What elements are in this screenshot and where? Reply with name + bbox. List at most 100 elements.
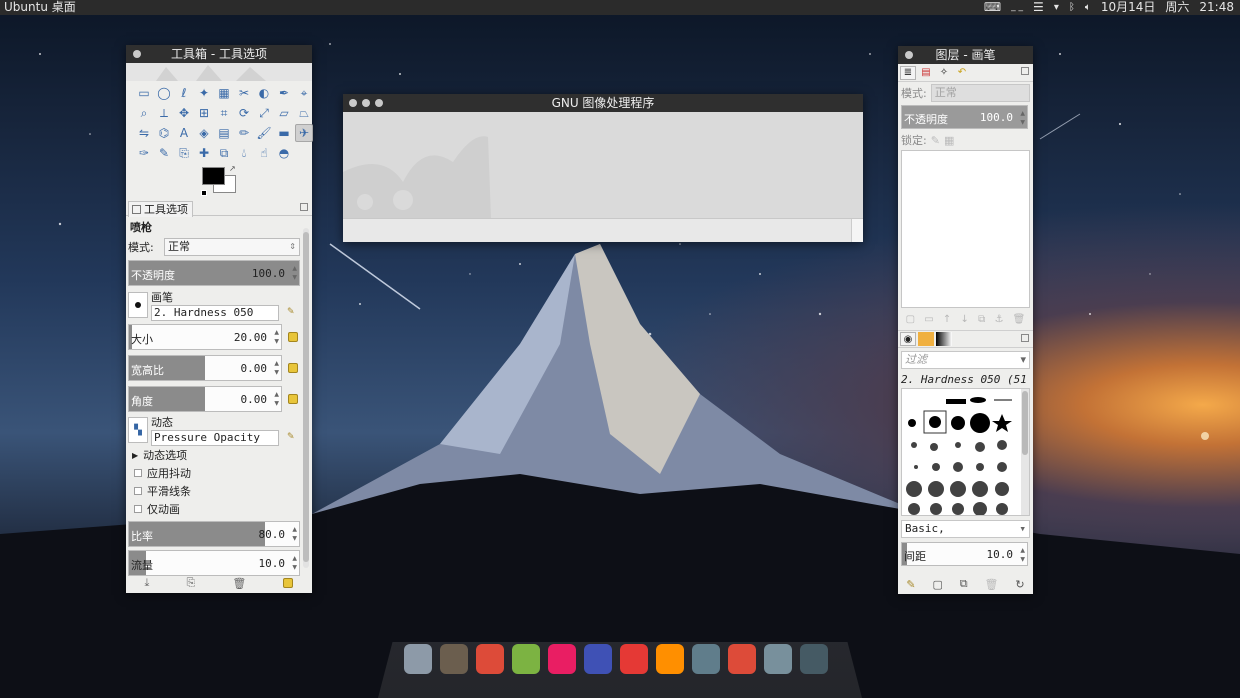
tool-flip-icon[interactable]: ⇋: [135, 124, 153, 142]
tool-zoom-icon[interactable]: ⌕: [135, 104, 153, 122]
foreground-color-swatch[interactable]: [202, 167, 225, 185]
tab-brushes[interactable]: ◉: [900, 332, 916, 346]
empty-canvas-area[interactable]: [343, 112, 863, 218]
wifi-icon[interactable]: ▾: [1054, 0, 1059, 15]
settings-toggle-icon[interactable]: [692, 644, 720, 674]
menu-icon[interactable]: ☰: [1033, 0, 1044, 15]
tool-lasso-icon[interactable]: ℓ: [175, 84, 193, 102]
date-label[interactable]: 10月14日: [1101, 0, 1156, 15]
tool-shear-icon[interactable]: ▱: [275, 104, 293, 122]
tool-blur-icon[interactable]: 💧︎: [235, 144, 253, 162]
spacing-slider[interactable]: 间距 10.0 ▲ ▼: [901, 542, 1028, 566]
tool-paintbrush-icon[interactable]: 🖌︎: [255, 124, 273, 142]
files-icon[interactable]: [404, 644, 432, 674]
tool-pencil-icon[interactable]: ✏: [235, 124, 253, 142]
reset-options-icon[interactable]: [283, 578, 294, 588]
opacity-spinner[interactable]: ▲ ▼: [292, 264, 297, 282]
navigate-corner-button[interactable]: [851, 219, 863, 242]
default-colors-icon[interactable]: [201, 190, 207, 196]
mode-select[interactable]: 正常: [164, 238, 300, 256]
tab-menu-icon[interactable]: [1021, 334, 1029, 342]
swap-colors-icon[interactable]: ↗: [229, 164, 236, 173]
tool-options-scrollbar[interactable]: [303, 228, 309, 568]
tab-layers[interactable]: ≣: [900, 65, 916, 80]
restore-options-icon[interactable]: ⎘: [186, 576, 195, 590]
netease-music-icon[interactable]: [620, 644, 648, 674]
new-layer-icon[interactable]: ▢: [906, 314, 915, 325]
angle-slider[interactable]: 角度 0.00 ▲ ▼: [128, 385, 282, 412]
rate-slider[interactable]: 比率 80.0 ▲ ▼: [128, 521, 300, 547]
tab-gradients[interactable]: [936, 332, 952, 346]
tool-crop-icon[interactable]: ⌗: [215, 104, 233, 122]
lock-pixels-icon[interactable]: ✎: [931, 134, 940, 147]
tool-dodge-burn-icon[interactable]: ◓: [275, 144, 293, 162]
opacity-slider[interactable]: 不透明度 100.0 ▲ ▼: [128, 260, 300, 286]
delete-brush-icon[interactable]: 🗑︎: [984, 578, 998, 591]
wilber-drop-area[interactable]: [126, 63, 312, 81]
layer-opacity-slider[interactable]: 不透明度 100.0 ▲ ▼: [901, 105, 1028, 129]
tool-align-icon[interactable]: ⊞: [195, 104, 213, 122]
close-window-button[interactable]: [133, 50, 141, 58]
layers-titlebar[interactable]: 图层 - 画笔: [898, 46, 1033, 64]
edit-brush-icon[interactable]: ✎: [906, 578, 915, 591]
brush-tag-select[interactable]: Basic,: [901, 520, 1030, 538]
chrome-icon[interactable]: [476, 644, 504, 674]
tool-eraser-icon[interactable]: ▬: [275, 124, 293, 142]
incremental-box[interactable]: [134, 505, 142, 513]
refresh-brushes-icon[interactable]: ↻: [1015, 578, 1024, 591]
brush-grid-scrollbar[interactable]: [1021, 389, 1029, 515]
spacing-spinner[interactable]: ▲ ▼: [1020, 546, 1025, 564]
anchor-layer-icon[interactable]: ⚓︎: [994, 314, 1003, 325]
tool-heal-icon[interactable]: ✚: [195, 144, 213, 162]
rate-spinner[interactable]: ▲ ▼: [292, 525, 297, 543]
tab-menu-icon[interactable]: [1021, 67, 1029, 75]
tool-perspective-clone-icon[interactable]: ⧉: [215, 144, 233, 162]
activities-label[interactable]: Ubuntu 桌面: [4, 0, 76, 15]
layer-mode-select[interactable]: 正常: [930, 84, 1030, 102]
delete-layer-icon[interactable]: 🗑︎: [1013, 314, 1026, 325]
aspect-spinner[interactable]: ▲ ▼: [274, 359, 279, 377]
brush-grid[interactable]: [901, 388, 1030, 516]
input-method-icon[interactable]: _ _: [1011, 0, 1023, 15]
aspect-slider[interactable]: 宽高比 0.00 ▲ ▼: [128, 354, 282, 381]
system-settings-icon[interactable]: [764, 644, 792, 674]
tool-rotate-icon[interactable]: ⟳: [235, 104, 253, 122]
tab-tool-options[interactable]: 工具选项: [128, 201, 193, 217]
reset-aspect-icon[interactable]: [288, 362, 298, 373]
minimize-window-button[interactable]: [362, 99, 370, 107]
size-spinner[interactable]: ▲ ▼: [274, 328, 279, 346]
edit-brush-icon[interactable]: ✎: [287, 307, 297, 317]
apply-jitter-box[interactable]: [134, 469, 142, 477]
weekday-label[interactable]: 周六: [1165, 0, 1189, 15]
delete-options-icon[interactable]: 🗑︎: [232, 577, 246, 590]
flickr-icon[interactable]: [548, 644, 576, 674]
tool-cage-icon[interactable]: ⌬: [155, 124, 173, 142]
aperture-icon[interactable]: [584, 644, 612, 674]
smooth-stroke-checkbox[interactable]: 平滑线条: [128, 482, 312, 500]
tab-paths[interactable]: ✧: [936, 66, 952, 80]
tool-text-icon[interactable]: A: [175, 124, 193, 142]
reset-size-icon[interactable]: [288, 331, 298, 342]
tool-move-icon[interactable]: ✥: [175, 104, 193, 122]
tool-ellipse-select-icon[interactable]: ◯: [155, 84, 173, 102]
tool-scale-icon[interactable]: ⤢: [255, 104, 273, 122]
tool-mypaint-icon[interactable]: ✎: [155, 144, 173, 162]
layer-opacity-spinner[interactable]: ▲ ▼: [1020, 109, 1025, 127]
brush-filter-input[interactable]: 过滤: [901, 351, 1030, 369]
close-window-button[interactable]: [905, 51, 913, 59]
flow-spinner[interactable]: ▲ ▼: [292, 554, 297, 572]
terminal-icon[interactable]: [800, 644, 828, 674]
brush-preview[interactable]: [128, 292, 148, 318]
edit-dynamics-icon[interactable]: ✎: [287, 432, 297, 442]
tab-undo[interactable]: ↶: [954, 66, 970, 80]
tab-channels[interactable]: ▤: [918, 66, 934, 80]
save-options-icon[interactable]: ⤓: [145, 576, 150, 590]
gimp-icon[interactable]: [440, 644, 468, 674]
bluetooth-icon[interactable]: ᛒ: [1069, 0, 1075, 15]
dynamics-preview[interactable]: ▚: [128, 417, 148, 443]
apply-jitter-checkbox[interactable]: 应用抖动: [128, 464, 312, 482]
tool-paths-icon[interactable]: ✒: [275, 84, 293, 102]
tool-measure-icon[interactable]: ⟂: [155, 104, 173, 122]
tool-rect-select-icon[interactable]: ▭: [135, 84, 153, 102]
toolbox-titlebar[interactable]: 工具箱 - 工具选项: [126, 45, 312, 63]
